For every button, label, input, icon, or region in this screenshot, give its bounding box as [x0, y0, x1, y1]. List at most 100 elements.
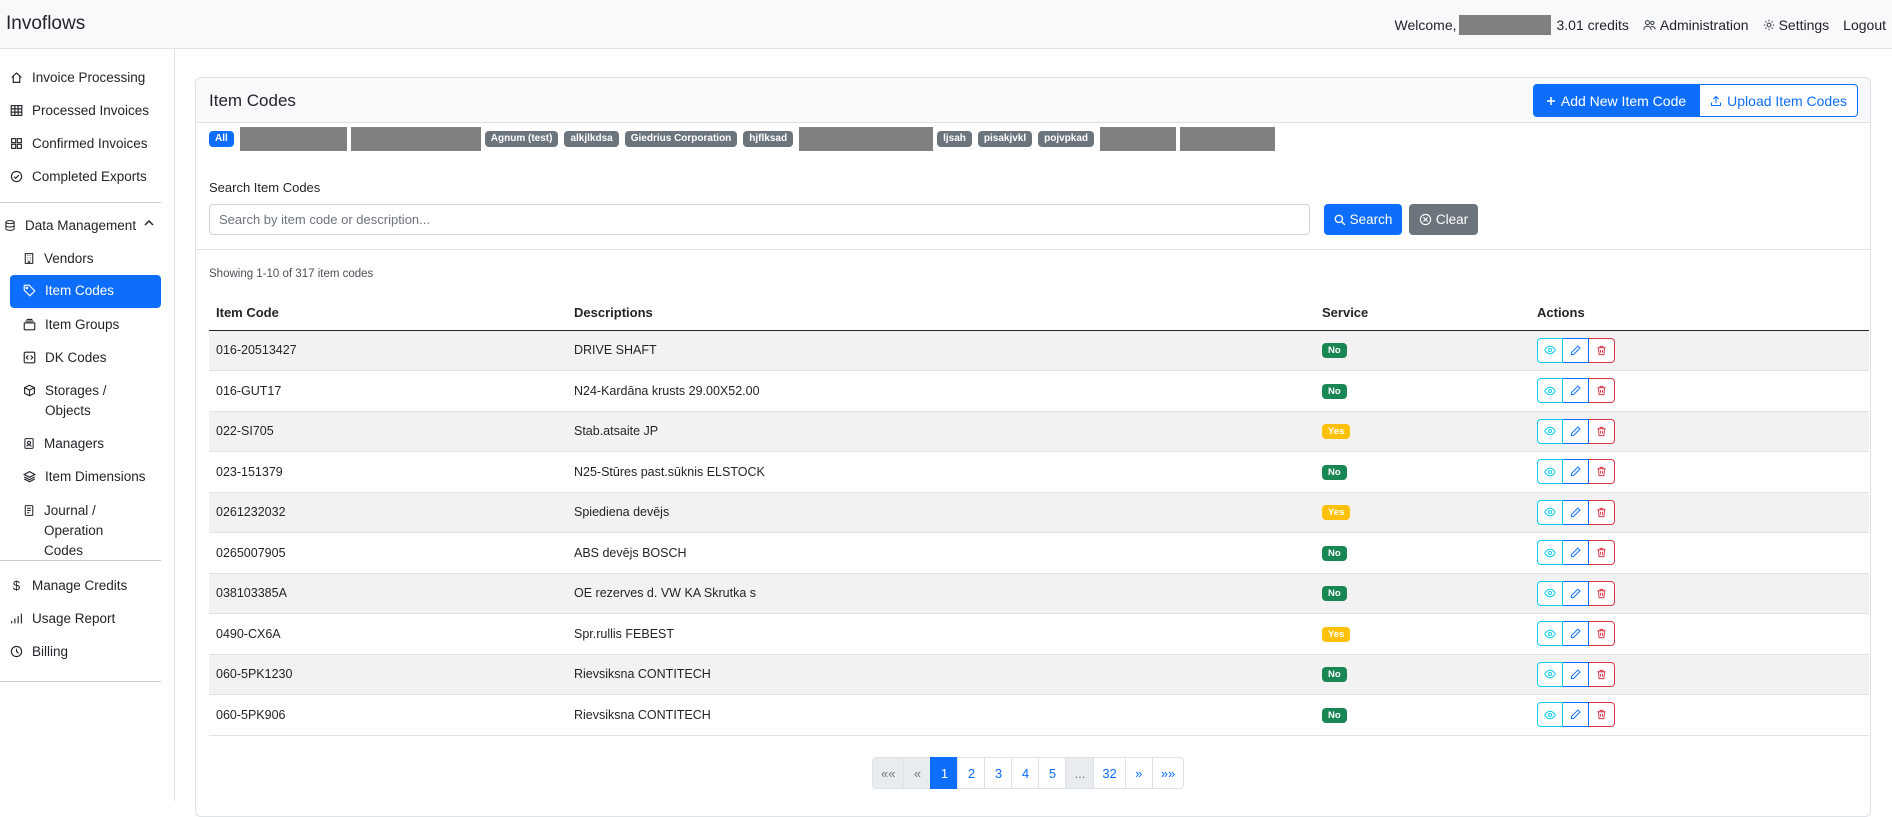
- sidebar-item-manage-credits[interactable]: $ Manage Credits: [10, 576, 160, 596]
- grid-icon: [11, 138, 22, 149]
- filter-alkjlkdsa[interactable]: alkjlkdsa: [564, 131, 619, 147]
- delete-button[interactable]: [1589, 378, 1615, 404]
- sidebar-item-managers[interactable]: Managers: [23, 434, 160, 454]
- sidebar-item-storages[interactable]: Storages / Objects: [23, 381, 133, 421]
- trash-icon: [1597, 629, 1606, 639]
- settings-link[interactable]: Settings: [1763, 17, 1829, 33]
- filter-pisakjvkl[interactable]: pisakjvkl: [977, 131, 1033, 147]
- filter-pojvpkad[interactable]: pojvpkad: [1038, 131, 1095, 147]
- edit-button[interactable]: [1563, 337, 1589, 363]
- sidebar-item-label: Storages / Objects: [45, 383, 107, 418]
- cell-service: Yes: [1315, 411, 1530, 452]
- edit-button[interactable]: [1563, 499, 1589, 525]
- delete-button[interactable]: [1589, 702, 1615, 728]
- table-row: 0261232032 Spiediena devējs Yes: [209, 492, 1869, 533]
- page-first[interactable]: ««: [872, 757, 905, 789]
- row-actions: [1537, 580, 1862, 606]
- edit-button[interactable]: [1563, 459, 1589, 485]
- delete-button[interactable]: [1589, 459, 1615, 485]
- view-button[interactable]: [1537, 661, 1563, 687]
- column-header-item-code[interactable]: Item Code: [209, 296, 567, 331]
- filter-all[interactable]: All: [209, 131, 234, 147]
- cell-description: OE rezerves d. VW KA Skrutka s: [567, 573, 1315, 614]
- filter-ljsah[interactable]: ljsah: [937, 131, 972, 147]
- page-1[interactable]: 1: [930, 757, 959, 789]
- sidebar-item-data-management[interactable]: Data Management: [4, 216, 164, 236]
- page-5[interactable]: 5: [1038, 757, 1067, 789]
- trash-icon: [1597, 507, 1606, 517]
- upload-item-codes-label: Upload Item Codes: [1727, 92, 1847, 109]
- sidebar-item-dk-codes[interactable]: DK Codes: [23, 348, 160, 368]
- view-button[interactable]: [1537, 540, 1563, 566]
- cell-service: No: [1315, 330, 1530, 371]
- view-button[interactable]: [1537, 580, 1563, 606]
- logout-link[interactable]: Logout: [1843, 17, 1886, 33]
- delete-button[interactable]: [1589, 337, 1615, 363]
- results-count: Showing 1-10 of 317 item codes: [209, 268, 374, 280]
- edit-button[interactable]: [1563, 378, 1589, 404]
- sidebar-item-usage-report[interactable]: Usage Report: [10, 609, 160, 629]
- page-prev[interactable]: «: [903, 757, 932, 789]
- pencil-icon: [1570, 426, 1581, 436]
- edit-button[interactable]: [1563, 580, 1589, 606]
- eye-icon: [1544, 346, 1556, 355]
- view-button[interactable]: [1537, 702, 1563, 728]
- edit-button[interactable]: [1563, 702, 1589, 728]
- page-3[interactable]: 3: [984, 757, 1013, 789]
- delete-button[interactable]: [1589, 418, 1615, 444]
- page-2[interactable]: 2: [957, 757, 986, 789]
- sidebar-item-label: Billing: [32, 644, 69, 659]
- upload-item-codes-button[interactable]: Upload Item Codes: [1699, 84, 1858, 117]
- clear-button[interactable]: Clear: [1409, 204, 1478, 235]
- column-header-descriptions[interactable]: Descriptions: [567, 296, 1315, 331]
- view-button[interactable]: [1537, 621, 1563, 647]
- sidebar-item-confirmed-invoices[interactable]: Confirmed Invoices: [10, 134, 160, 154]
- page-next[interactable]: »: [1124, 757, 1153, 789]
- delete-button[interactable]: [1589, 621, 1615, 647]
- edit-button[interactable]: [1563, 540, 1589, 566]
- view-button[interactable]: [1537, 418, 1563, 444]
- delete-button[interactable]: [1589, 540, 1615, 566]
- service-badge: No: [1322, 343, 1347, 359]
- table-header-row: Item Code Descriptions Service Actions: [209, 296, 1869, 331]
- filter-giedrius[interactable]: Giedrius Corporation: [624, 131, 738, 147]
- clock-icon: [10, 645, 23, 658]
- eye-icon: [1544, 589, 1556, 598]
- sidebar-item-item-dimensions[interactable]: Item Dimensions: [23, 467, 160, 487]
- brand-logo[interactable]: Invoflows: [6, 13, 85, 35]
- page-32[interactable]: 32: [1093, 757, 1126, 789]
- cell-item-code: 0490-CX6A: [209, 613, 567, 655]
- delete-button[interactable]: [1589, 580, 1615, 606]
- edit-button[interactable]: [1563, 621, 1589, 647]
- sidebar-item-billing[interactable]: Billing: [10, 642, 160, 662]
- page-4[interactable]: 4: [1011, 757, 1040, 789]
- service-badge: Yes: [1322, 626, 1351, 642]
- header-button-group: Add New Item Code Upload Item Codes: [1532, 84, 1858, 117]
- sidebar-item-completed-exports[interactable]: Completed Exports: [10, 167, 160, 187]
- delete-button[interactable]: [1589, 661, 1615, 687]
- administration-link[interactable]: Administration: [1643, 17, 1749, 33]
- delete-button[interactable]: [1589, 499, 1615, 525]
- sidebar-item-invoice-processing[interactable]: Invoice Processing: [10, 68, 160, 88]
- column-header-service[interactable]: Service: [1315, 296, 1530, 331]
- sidebar-item-item-codes[interactable]: Item Codes: [10, 275, 161, 308]
- view-button[interactable]: [1537, 337, 1563, 363]
- view-button[interactable]: [1537, 459, 1563, 485]
- eye-icon: [1544, 670, 1556, 679]
- sidebar-item-journal[interactable]: Journal / Operation Codes: [23, 501, 133, 561]
- search-icon: [1334, 214, 1345, 225]
- edit-button[interactable]: [1563, 418, 1589, 444]
- edit-button[interactable]: [1563, 661, 1589, 687]
- view-button[interactable]: [1537, 378, 1563, 404]
- search-input[interactable]: [209, 204, 1310, 235]
- sidebar-item-processed-invoices[interactable]: Processed Invoices: [10, 101, 160, 121]
- add-item-code-button[interactable]: Add New Item Code: [1532, 84, 1700, 117]
- sidebar-item-item-groups[interactable]: Item Groups: [23, 315, 160, 335]
- sidebar-item-vendors[interactable]: Vendors: [23, 249, 160, 269]
- view-button[interactable]: [1537, 499, 1563, 525]
- page-last[interactable]: »»: [1151, 757, 1185, 789]
- sidebar-item-label: Completed Exports: [32, 169, 147, 184]
- search-button[interactable]: Search: [1324, 204, 1402, 235]
- filter-agnum[interactable]: Agnum (test): [484, 131, 559, 147]
- filter-hjflksad[interactable]: hjflksad: [743, 131, 794, 147]
